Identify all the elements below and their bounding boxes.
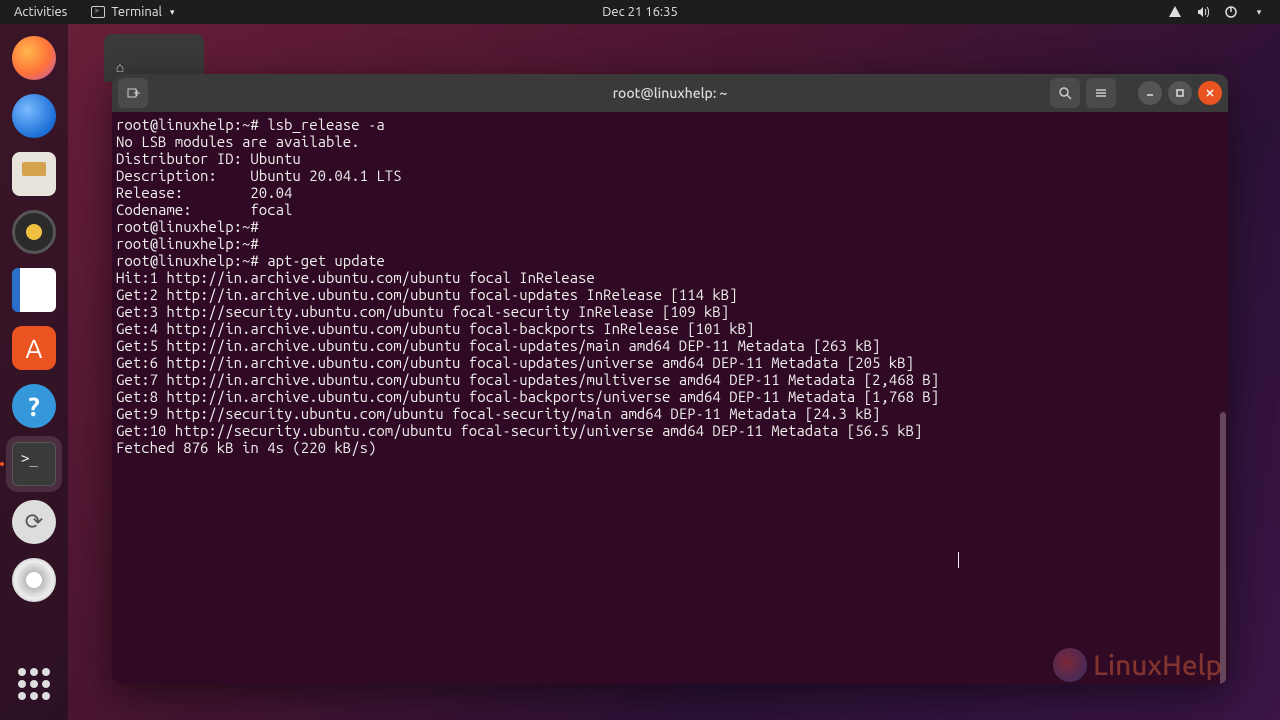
search-button[interactable] <box>1050 78 1080 108</box>
new-tab-icon <box>126 86 140 100</box>
dock-software[interactable]: A <box>6 320 62 376</box>
volume-icon[interactable] <box>1196 5 1210 19</box>
dock-rhythmbox[interactable] <box>6 204 62 260</box>
terminal-titlebar[interactable]: root@linuxhelp: ~ <box>112 74 1228 112</box>
terminal-line: Get:10 http://security.ubuntu.com/ubuntu… <box>116 422 1226 439</box>
titlebar-left <box>118 78 148 108</box>
terminal-line: Get:6 http://in.archive.ubuntu.com/ubunt… <box>116 354 1226 371</box>
terminal-icon <box>91 6 105 18</box>
dock-writer[interactable] <box>6 262 62 318</box>
network-icon[interactable] <box>1168 5 1182 19</box>
system-tray[interactable]: ▾ <box>1168 0 1280 24</box>
terminal-line: Get:8 http://in.archive.ubuntu.com/ubunt… <box>116 388 1226 405</box>
chevron-down-icon[interactable]: ▾ <box>1252 5 1266 19</box>
dock: A ? ⟳ <box>0 24 68 720</box>
app-menu-label: Terminal <box>111 5 162 19</box>
terminal-line: root@linuxhelp:~# apt-get update <box>116 252 1226 269</box>
search-icon <box>1058 86 1072 100</box>
disc-icon <box>12 558 56 602</box>
top-panel: Activities Terminal ▾ Dec 21 16:35 ▾ <box>0 0 1280 24</box>
software-icon: A <box>12 326 56 370</box>
terminal-icon <box>12 442 56 486</box>
hamburger-icon <box>1094 86 1108 100</box>
menu-button[interactable] <box>1086 78 1116 108</box>
terminal-line: Get:7 http://in.archive.ubuntu.com/ubunt… <box>116 371 1226 388</box>
maximize-icon <box>1175 88 1185 98</box>
dock-updater[interactable]: ⟳ <box>6 494 62 550</box>
terminal-line: root@linuxhelp:~# lsb_release -a <box>116 116 1226 133</box>
chevron-down-icon: ▾ <box>170 7 175 18</box>
terminal-line: root@linuxhelp:~# <box>116 218 1226 235</box>
terminal-line: Description: Ubuntu 20.04.1 LTS <box>116 167 1226 184</box>
updater-icon: ⟳ <box>12 500 56 544</box>
dock-files[interactable] <box>6 146 62 202</box>
terminal-line: Codename: focal <box>116 201 1226 218</box>
titlebar-right <box>1050 78 1222 108</box>
text-cursor <box>958 552 959 568</box>
minimize-button[interactable] <box>1138 81 1162 105</box>
close-button[interactable] <box>1198 81 1222 105</box>
help-icon: ? <box>12 384 56 428</box>
terminal-line: Fetched 876 kB in 4s (220 kB/s) <box>116 439 1226 456</box>
window-title: root@linuxhelp: ~ <box>613 85 728 101</box>
dock-disc[interactable] <box>6 552 62 608</box>
terminal-line: Get:5 http://in.archive.ubuntu.com/ubunt… <box>116 337 1226 354</box>
terminal-line: Release: 20.04 <box>116 184 1226 201</box>
terminal-line: root@linuxhelp:~# <box>116 235 1226 252</box>
terminal-window: root@linuxhelp: ~ root@linuxhelp:~# lsb_… <box>112 74 1228 684</box>
dock-firefox[interactable] <box>6 30 62 86</box>
minimize-icon <box>1145 88 1155 98</box>
terminal-line: Get:4 http://in.archive.ubuntu.com/ubunt… <box>116 320 1226 337</box>
app-menu[interactable]: Terminal ▾ <box>81 0 184 24</box>
scrollbar[interactable] <box>1220 412 1226 684</box>
rhythmbox-icon <box>12 210 56 254</box>
watermark-text: LinuxHelp <box>1093 650 1222 681</box>
writer-icon <box>12 268 56 312</box>
files-icon <box>12 152 56 196</box>
terminal-line: Hit:1 http://in.archive.ubuntu.com/ubunt… <box>116 269 1226 286</box>
activities-button[interactable]: Activities <box>0 0 81 24</box>
new-tab-button[interactable] <box>118 78 148 108</box>
close-icon <box>1205 88 1215 98</box>
dock-terminal[interactable] <box>6 436 62 492</box>
terminal-line: Get:3 http://security.ubuntu.com/ubuntu … <box>116 303 1226 320</box>
terminal-line: Distributor ID: Ubuntu <box>116 150 1226 167</box>
watermark-icon <box>1053 648 1087 682</box>
top-panel-left: Activities Terminal ▾ <box>0 0 184 24</box>
apps-grid-icon <box>18 668 50 700</box>
activities-label: Activities <box>14 5 67 19</box>
power-icon[interactable] <box>1224 5 1238 19</box>
terminal-line: No LSB modules are available. <box>116 133 1226 150</box>
dock-help[interactable]: ? <box>6 378 62 434</box>
maximize-button[interactable] <box>1168 81 1192 105</box>
dock-thunderbird[interactable] <box>6 88 62 144</box>
firefox-icon <box>12 36 56 80</box>
clock[interactable]: Dec 21 16:35 <box>602 5 678 19</box>
terminal-line: Get:9 http://security.ubuntu.com/ubuntu … <box>116 405 1226 422</box>
clock-label: Dec 21 16:35 <box>602 5 678 19</box>
terminal-line: Get:2 http://in.archive.ubuntu.com/ubunt… <box>116 286 1226 303</box>
dock-show-apps[interactable] <box>6 656 62 712</box>
thunderbird-icon <box>12 94 56 138</box>
watermark: LinuxHelp <box>1053 648 1222 682</box>
terminal-body[interactable]: root@linuxhelp:~# lsb_release -aNo LSB m… <box>112 112 1228 684</box>
